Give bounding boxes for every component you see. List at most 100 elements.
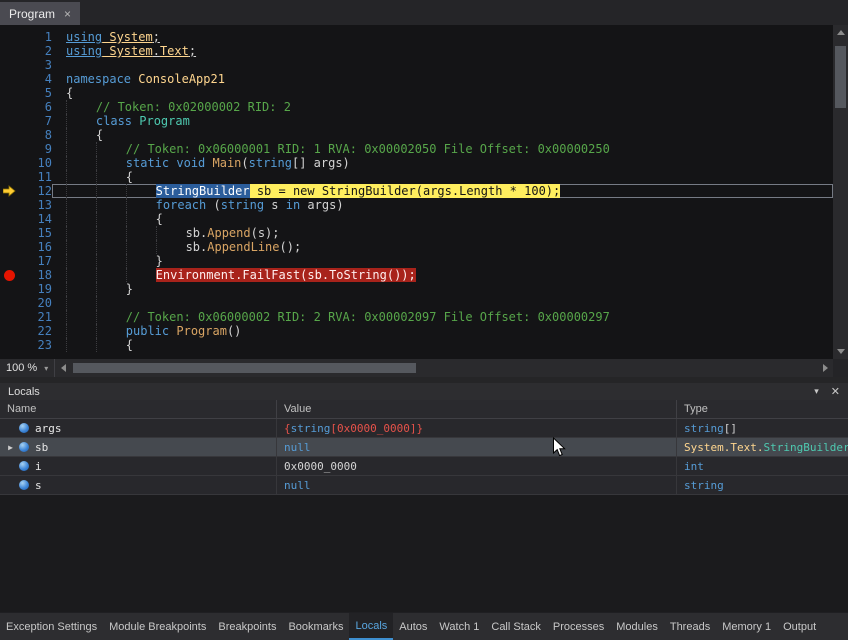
gutter-margin[interactable] xyxy=(0,310,22,324)
code-line-18[interactable]: 18Environment.FailFast(sb.ToString()); xyxy=(0,268,833,282)
gutter-margin[interactable] xyxy=(0,128,22,142)
vscroll-thumb[interactable] xyxy=(835,46,846,108)
hscroll-track[interactable] xyxy=(71,359,817,377)
code-line-text[interactable]: } xyxy=(52,282,833,296)
code-line-16[interactable]: 16sb.AppendLine(); xyxy=(0,240,833,254)
column-header-type[interactable]: Type xyxy=(677,400,848,418)
code-line-4[interactable]: 4namespace ConsoleApp21 xyxy=(0,72,833,86)
tab-close-icon[interactable]: × xyxy=(64,8,71,20)
code-line-text[interactable]: } xyxy=(52,254,833,268)
gutter-margin[interactable] xyxy=(0,170,22,184)
code-line-15[interactable]: 15sb.Append(s); xyxy=(0,226,833,240)
bottom-tab-exception-settings[interactable]: Exception Settings xyxy=(0,613,103,640)
bottom-tab-modules[interactable]: Modules xyxy=(610,613,664,640)
expander-icon[interactable]: ▶ xyxy=(4,443,17,452)
gutter-margin[interactable] xyxy=(0,324,22,338)
locals-name-cell[interactable]: i xyxy=(0,457,277,475)
zoom-select[interactable]: 100 % ▾ xyxy=(0,359,55,377)
bottom-tab-module-breakpoints[interactable]: Module Breakpoints xyxy=(103,613,212,640)
gutter-margin[interactable] xyxy=(0,240,22,254)
code-line-text[interactable]: sb.AppendLine(); xyxy=(52,240,833,254)
code-line-text[interactable]: { xyxy=(52,338,833,352)
code-line-23[interactable]: 23{ xyxy=(0,338,833,352)
code-line-text[interactable]: static void Main(string[] args) xyxy=(52,156,833,170)
code-line-text[interactable]: using System.Text; xyxy=(52,44,833,58)
code-line-8[interactable]: 8{ xyxy=(0,128,833,142)
code-line-text[interactable]: // Token: 0x02000002 RID: 2 xyxy=(52,100,833,114)
code-line-text[interactable] xyxy=(52,296,833,310)
gutter-margin[interactable] xyxy=(0,114,22,128)
code-line-5[interactable]: 5{ xyxy=(0,86,833,100)
locals-row-i[interactable]: i0x0000_0000int xyxy=(0,457,848,476)
gutter-margin[interactable] xyxy=(0,44,22,58)
code-line-21[interactable]: 21// Token: 0x06000002 RID: 2 RVA: 0x000… xyxy=(0,310,833,324)
vscroll-track[interactable] xyxy=(833,40,848,344)
code-line-text[interactable]: class Program xyxy=(52,114,833,128)
gutter-margin[interactable] xyxy=(0,72,22,86)
code-line-17[interactable]: 17} xyxy=(0,254,833,268)
variable-value[interactable]: 0x0000_0000 xyxy=(277,457,677,475)
code-line-text[interactable]: { xyxy=(52,170,833,184)
code-line-9[interactable]: 9// Token: 0x06000001 RID: 1 RVA: 0x0000… xyxy=(0,142,833,156)
code-line-text[interactable]: // Token: 0x06000002 RID: 2 RVA: 0x00002… xyxy=(52,310,833,324)
gutter-margin[interactable] xyxy=(0,58,22,72)
code-line-12[interactable]: 12StringBuilder sb = new StringBuilder(a… xyxy=(0,184,833,198)
code-line-13[interactable]: 13foreach (string s in args) xyxy=(0,198,833,212)
variable-value[interactable]: null xyxy=(277,476,677,494)
gutter-margin[interactable] xyxy=(0,142,22,156)
bottom-tab-threads[interactable]: Threads xyxy=(664,613,716,640)
gutter-margin[interactable] xyxy=(0,338,22,352)
variable-value[interactable]: null xyxy=(277,438,677,456)
document-tab-program[interactable]: Program × xyxy=(0,2,80,25)
gutter-margin[interactable] xyxy=(0,226,22,240)
locals-name-cell[interactable]: args xyxy=(0,419,277,437)
bottom-tab-breakpoints[interactable]: Breakpoints xyxy=(212,613,282,640)
code-line-3[interactable]: 3 xyxy=(0,58,833,72)
column-header-name[interactable]: Name xyxy=(0,400,277,418)
code-line-text[interactable] xyxy=(52,58,833,72)
breakpoint-icon[interactable] xyxy=(0,268,22,282)
bottom-tab-call-stack[interactable]: Call Stack xyxy=(485,613,547,640)
bottom-tab-memory-1[interactable]: Memory 1 xyxy=(716,613,777,640)
code-line-11[interactable]: 11{ xyxy=(0,170,833,184)
bottom-tab-watch-1[interactable]: Watch 1 xyxy=(433,613,485,640)
gutter-margin[interactable] xyxy=(0,30,22,44)
code-line-text[interactable]: { xyxy=(52,86,833,100)
code-line-6[interactable]: 6// Token: 0x02000002 RID: 2 xyxy=(0,100,833,114)
gutter-margin[interactable] xyxy=(0,212,22,226)
gutter-margin[interactable] xyxy=(0,100,22,114)
locals-name-cell[interactable]: s xyxy=(0,476,277,494)
code-line-text[interactable]: { xyxy=(52,212,833,226)
code-line-7[interactable]: 7class Program xyxy=(0,114,833,128)
gutter-margin[interactable] xyxy=(0,254,22,268)
bottom-tab-processes[interactable]: Processes xyxy=(547,613,610,640)
code-line-text[interactable]: namespace ConsoleApp21 xyxy=(52,72,833,86)
code-line-text[interactable]: Environment.FailFast(sb.ToString()); xyxy=(52,268,833,282)
code-line-14[interactable]: 14{ xyxy=(0,212,833,226)
code-line-text[interactable]: using System; xyxy=(52,30,833,44)
code-line-text[interactable]: foreach (string s in args) xyxy=(52,198,833,212)
current-statement-arrow-icon[interactable] xyxy=(0,184,22,198)
gutter-margin[interactable] xyxy=(0,156,22,170)
hscroll-right-arrow-icon[interactable] xyxy=(817,359,833,377)
locals-row-sb[interactable]: ▶sbnullSystem.Text.StringBuilder xyxy=(0,438,848,457)
code-line-text[interactable]: sb.Append(s); xyxy=(52,226,833,240)
code-line-20[interactable]: 20 xyxy=(0,296,833,310)
bottom-tab-autos[interactable]: Autos xyxy=(393,613,433,640)
hscroll-thumb[interactable] xyxy=(73,363,416,373)
code-line-10[interactable]: 10static void Main(string[] args) xyxy=(0,156,833,170)
code-line-19[interactable]: 19} xyxy=(0,282,833,296)
gutter-margin[interactable] xyxy=(0,282,22,296)
hscroll-left-arrow-icon[interactable] xyxy=(55,359,71,377)
locals-row-s[interactable]: snullstring xyxy=(0,476,848,495)
panel-menu-caret-icon[interactable]: ▾ xyxy=(814,386,819,397)
gutter-margin[interactable] xyxy=(0,198,22,212)
locals-rows-body[interactable]: args{string[0x0000_0000]}string[]▶sbnull… xyxy=(0,419,848,612)
column-header-value[interactable]: Value xyxy=(277,400,677,418)
locals-name-cell[interactable]: ▶sb xyxy=(0,438,277,456)
bottom-tab-locals[interactable]: Locals xyxy=(349,613,393,640)
editor-vertical-scrollbar[interactable] xyxy=(833,25,848,359)
code-line-text[interactable]: { xyxy=(52,128,833,142)
panel-close-icon[interactable]: ✕ xyxy=(831,385,840,398)
vscroll-down-arrow-icon[interactable] xyxy=(833,344,848,359)
